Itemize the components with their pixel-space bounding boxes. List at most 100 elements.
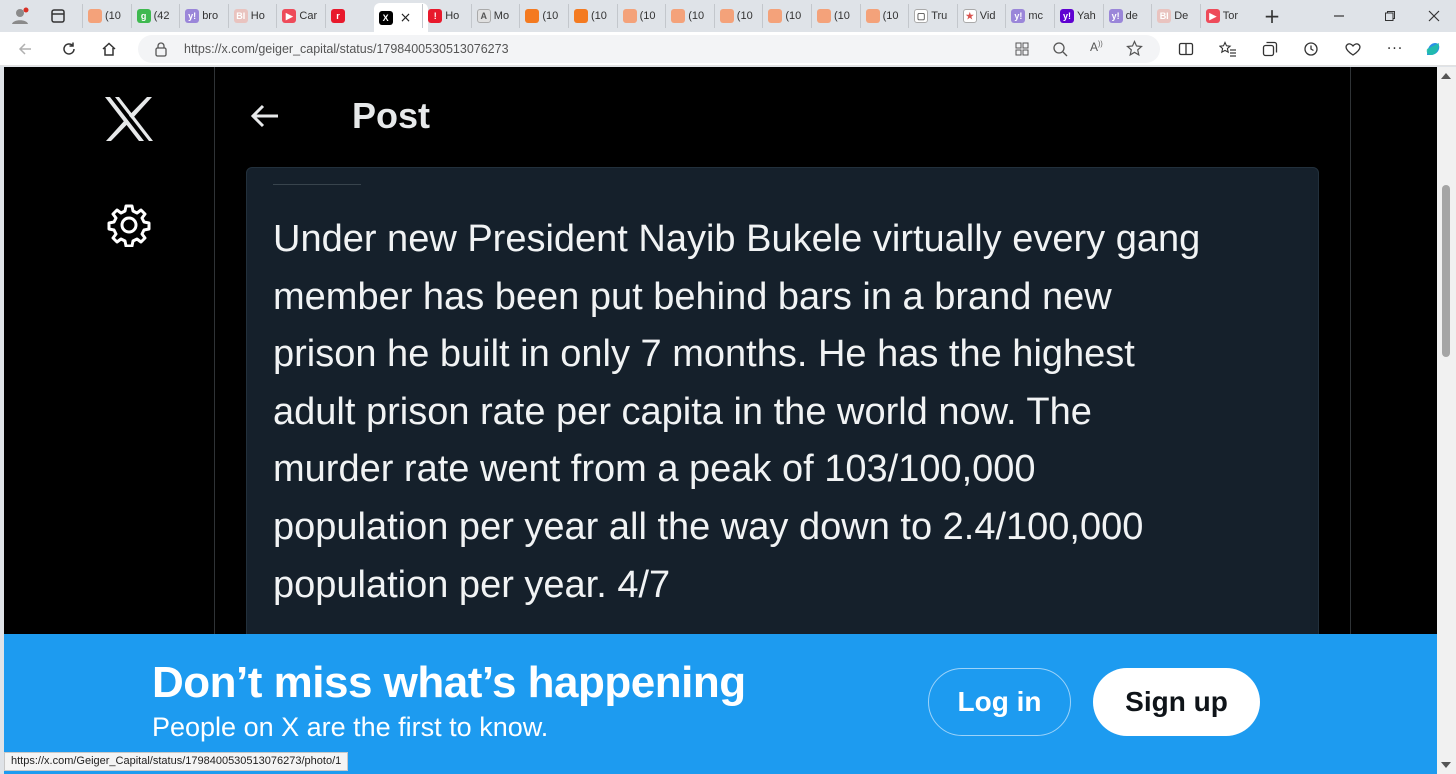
browser-tab[interactable]: (10: [665, 4, 713, 28]
browser-tab-strip: (10 g (42 y! bro BI Ho ▶ Car r X ×! Ho A Mo (10 (10 (10 (1…: [0, 0, 1456, 32]
link-status-url: https://x.com/Geiger_Capital/status/1798…: [4, 752, 349, 771]
tab-title: mc: [1028, 10, 1044, 22]
browser-tab[interactable]: (10: [82, 4, 130, 28]
history-icon[interactable]: [1300, 39, 1322, 59]
browser-tab[interactable]: ! Ho: [422, 4, 470, 28]
browser-tab[interactable]: (10: [568, 4, 616, 28]
restore-icon[interactable]: [1380, 6, 1400, 26]
browser-tab[interactable]: BI Ho: [227, 4, 276, 28]
tab-title: Yah: [1077, 10, 1096, 22]
tab-favicon-icon: [88, 9, 102, 23]
post-header: Post: [216, 67, 1350, 167]
browser-tab[interactable]: (10: [811, 4, 859, 28]
tweet-text: Under new President Nayib Bukele virtual…: [273, 211, 1303, 614]
browser-tab[interactable]: (10: [616, 4, 665, 28]
tab-favicon-icon: y!: [1060, 9, 1074, 23]
browser-tab[interactable]: (10: [519, 4, 567, 28]
collections-icon[interactable]: [1259, 39, 1281, 59]
tweet-text-line: Under new President Nayib Bukele virtual…: [273, 218, 1201, 260]
tab-favicon-icon: y!: [1011, 9, 1026, 23]
tab-favicon-icon: X: [378, 10, 393, 25]
browser-tab[interactable]: (10: [713, 4, 762, 28]
home-icon[interactable]: [98, 39, 120, 59]
split-screen-icon[interactable]: [1175, 39, 1197, 59]
scroll-down-icon[interactable]: [1441, 762, 1451, 768]
tweet-card[interactable]: Under new President Nayib Bukele virtual…: [246, 167, 1319, 687]
tab-favicon-icon: [622, 9, 637, 23]
tab-favicon-icon: ▶: [1205, 9, 1220, 23]
url-text[interactable]: https://x.com/geiger_capital/status/1798…: [184, 42, 509, 56]
tweet-text-line: adult prison rate per capita in the worl…: [273, 390, 1092, 433]
tweet-text-line: member has been put behind bars in a bra…: [273, 275, 1112, 318]
divider: [273, 184, 361, 185]
log-in-button[interactable]: Log in: [928, 668, 1071, 736]
more-menu-icon[interactable]: ···: [1384, 39, 1406, 59]
tab-actions-icon[interactable]: [48, 6, 68, 26]
back-arrow-icon[interactable]: [250, 103, 280, 133]
tab-favicon-icon: ▶: [282, 9, 297, 23]
new-tab-button[interactable]: +: [1262, 4, 1282, 28]
settings-gear-icon[interactable]: [107, 203, 151, 251]
scroll-up-icon[interactable]: [1441, 73, 1451, 79]
read-aloud-icon[interactable]: A)): [1090, 40, 1103, 54]
performance-icon[interactable]: [1342, 39, 1364, 59]
tab-favicon-icon: [817, 9, 831, 23]
tab-title: (10: [542, 10, 559, 22]
browser-tab[interactable]: ▶ Car: [276, 4, 324, 28]
browser-tab[interactable]: BI De: [1151, 4, 1199, 28]
tab-favicon-icon: r: [331, 9, 345, 23]
banner-subheading: People on X are the first to know.: [152, 712, 549, 742]
tab-title: (10: [105, 10, 121, 22]
browser-tab[interactable]: r: [325, 4, 373, 28]
refresh-icon[interactable]: [58, 39, 80, 59]
tab-title: de: [1125, 10, 1138, 22]
browser-tab[interactable]: A Mo: [470, 4, 519, 28]
back-nav-icon[interactable]: [14, 39, 36, 59]
x-logo-icon[interactable]: [103, 95, 155, 147]
tab-favicon-icon: [768, 9, 783, 23]
favorites-icon[interactable]: [1217, 39, 1239, 59]
tab-title: Vid: [979, 10, 996, 22]
tab-favicon-icon: y!: [185, 9, 200, 23]
tab-favicon-icon: [719, 9, 734, 23]
tab-favicon-icon: BI: [233, 9, 248, 23]
favorite-star-icon[interactable]: [1126, 40, 1143, 61]
tab-favicon-icon: ★: [962, 9, 977, 23]
browser-tab[interactable]: y! Yah: [1054, 4, 1102, 28]
browser-tab[interactable]: X ×: [373, 3, 429, 32]
tab-favicon-icon: [865, 9, 880, 23]
banner-heading: Don’t miss what’s happening: [152, 658, 746, 707]
close-tab-icon[interactable]: ×: [400, 10, 412, 26]
browser-tab[interactable]: g (42: [130, 4, 179, 28]
tweet-text-line: population per year all the way down to …: [273, 505, 1144, 548]
tab-title: Ho: [445, 10, 460, 22]
browser-tab[interactable]: y! mc: [1005, 4, 1053, 28]
tab-favicon-icon: [574, 9, 588, 23]
tab-title: Car: [299, 10, 318, 22]
browser-tab[interactable]: y! de: [1102, 4, 1151, 28]
page-title: Post: [352, 95, 431, 136]
tab-favicon-icon: [671, 9, 686, 23]
browser-tab[interactable]: y! bro: [179, 4, 227, 28]
profile-icon[interactable]: [10, 6, 30, 26]
browser-tab[interactable]: (10: [762, 4, 810, 28]
address-bar[interactable]: https://x.com/geiger_capital/status/1798…: [138, 35, 1160, 63]
page-scrollbar[interactable]: [1437, 67, 1456, 774]
tab-favicon-icon: y!: [1108, 9, 1123, 23]
tweet-text-line: population per year. 4/7: [273, 563, 671, 606]
tweet-text-line: murder rate went from a peak of 103/100,…: [273, 448, 1036, 491]
copilot-icon[interactable]: [1422, 39, 1444, 59]
minimize-icon[interactable]: [1329, 6, 1349, 26]
close-window-icon[interactable]: [1424, 6, 1444, 26]
sign-up-button[interactable]: Sign up: [1093, 668, 1260, 736]
zoom-icon[interactable]: [1052, 41, 1068, 61]
app-available-icon[interactable]: [1014, 41, 1030, 61]
browser-tab[interactable]: (10: [859, 4, 908, 28]
lock-icon[interactable]: [154, 41, 168, 61]
browser-tab[interactable]: ▢ Tru: [908, 4, 956, 28]
tab-favicon-icon: g: [136, 9, 151, 23]
tab-title: (10: [639, 10, 656, 22]
scrollbar-thumb[interactable]: [1442, 185, 1450, 357]
browser-tab[interactable]: ★ Vid: [956, 4, 1005, 28]
browser-tab[interactable]: ▶ Tor: [1199, 4, 1248, 28]
